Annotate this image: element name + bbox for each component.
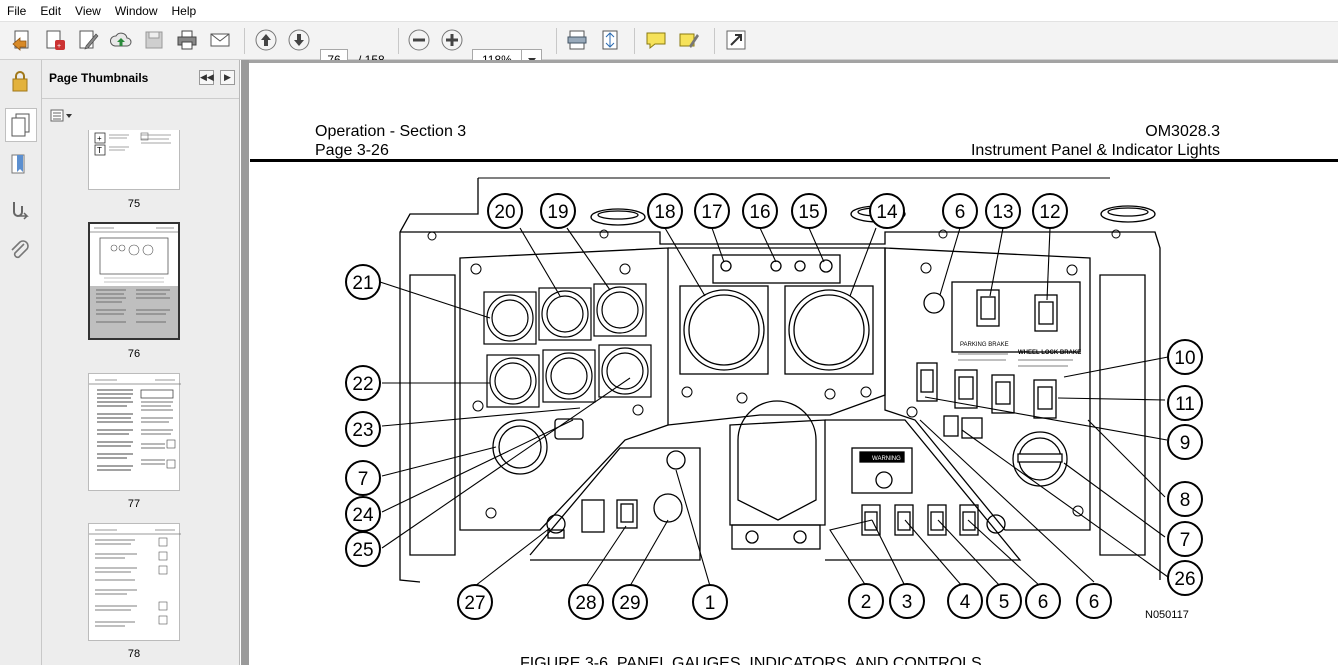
comment-icon[interactable]	[644, 28, 668, 52]
callout-24: 24	[352, 505, 374, 526]
callout-27: 27	[464, 593, 485, 614]
cloud-upload-icon[interactable]	[109, 28, 133, 52]
callout-6-bottom: 6	[1038, 592, 1049, 613]
pane-divider	[42, 98, 239, 99]
toolbar-separator	[714, 28, 715, 54]
toolbar-separator	[244, 28, 245, 54]
attachments-link-icon[interactable]	[7, 196, 33, 222]
svg-text:+: +	[57, 43, 61, 50]
bookmarks-icon[interactable]	[7, 152, 33, 178]
toolbar-separator	[634, 28, 635, 54]
callout-29: 29	[619, 593, 640, 614]
callout-18: 18	[654, 202, 675, 223]
thumbnail-options-button[interactable]	[50, 108, 74, 124]
document-edge	[241, 60, 249, 665]
thumbnails-title: Page Thumbnails	[49, 71, 149, 85]
callout-2: 2	[861, 592, 872, 613]
thumbnail-page-75[interactable]: + T	[88, 130, 180, 190]
callout-7-right: 7	[1180, 530, 1191, 551]
pdf-reader-window: { "menu": ["File","Edit","View","Window"…	[0, 0, 1338, 665]
callout-5: 5	[999, 592, 1010, 613]
figure-caption: FIGURE 3-6. PANEL GAUGES, INDICATORS, AN…	[520, 655, 982, 665]
toolbar-separator	[398, 28, 399, 54]
highlight-icon[interactable]	[677, 28, 701, 52]
navigation-rail	[0, 60, 42, 665]
email-icon[interactable]	[208, 28, 232, 52]
callout-14: 14	[876, 202, 898, 223]
menu-edit[interactable]: Edit	[33, 0, 68, 22]
callout-9: 9	[1180, 433, 1191, 454]
expand-pane-button[interactable]: ▶	[220, 70, 235, 85]
collapse-pane-button[interactable]: ◀◀	[199, 70, 214, 85]
callout-6-top: 6	[955, 202, 966, 223]
callout-15: 15	[798, 202, 819, 223]
instrument-panel-figure: WARNING PARKING BRAKE WHEEL LOCK BRAKE 2…	[330, 170, 1230, 665]
thumbnails-pane: Page Thumbnails ◀◀ ▶ + T 75 76 77 78	[42, 60, 277, 665]
next-page-icon[interactable]	[287, 28, 311, 52]
toolbar-separator	[556, 28, 557, 54]
callout-3: 3	[902, 592, 913, 613]
callout-25: 25	[352, 540, 373, 561]
thumbnail-label: 77	[127, 498, 141, 510]
header-section: Operation - Section 3	[315, 123, 467, 140]
header-rule	[250, 159, 1338, 162]
menu-view[interactable]: View	[68, 0, 108, 22]
callout-22: 22	[352, 374, 373, 395]
callout-21: 21	[352, 273, 373, 294]
zoom-out-icon[interactable]	[407, 28, 431, 52]
previous-page-icon[interactable]	[254, 28, 278, 52]
zoom-in-icon[interactable]	[440, 28, 464, 52]
callout-4: 4	[960, 592, 971, 613]
menu-bar: File Edit View Window Help	[0, 0, 1338, 22]
combine-files-icon[interactable]: +	[43, 28, 67, 52]
callout-16: 16	[749, 202, 770, 223]
thumbnail-label: 76	[127, 348, 141, 360]
menu-file[interactable]: File	[0, 0, 33, 22]
figure-code: N050117	[1145, 609, 1189, 621]
create-pdf-icon[interactable]	[10, 28, 34, 52]
menu-window[interactable]: Window	[108, 0, 165, 22]
paperclip-icon[interactable]	[7, 238, 33, 264]
thumbnail-list: + T 75 76 77 78	[46, 130, 224, 665]
callout-13: 13	[992, 202, 1013, 223]
callout-23: 23	[352, 420, 373, 441]
page-thumbnails-icon[interactable]	[5, 108, 37, 142]
parking-brake-label: PARKING BRAKE	[960, 342, 1009, 348]
callout-17: 17	[701, 202, 722, 223]
edit-pdf-icon[interactable]	[76, 28, 100, 52]
callout-8: 8	[1180, 490, 1191, 511]
fit-width-icon[interactable]	[565, 28, 589, 52]
header-page-number: Page 3-26	[315, 142, 389, 159]
header-doc-code: OM3028.3	[1145, 123, 1220, 140]
fit-page-icon[interactable]	[598, 28, 622, 52]
thumbnail-label: 78	[127, 648, 141, 660]
thumbnail-page-77[interactable]	[88, 373, 181, 491]
thumbnail-page-76[interactable]	[88, 222, 180, 340]
callout-7-left: 7	[358, 469, 369, 490]
callout-26: 26	[1174, 569, 1195, 590]
menu-help[interactable]: Help	[165, 0, 204, 22]
callout-11: 11	[1175, 394, 1195, 415]
toolbar: + / 158 118%	[0, 22, 1338, 71]
thumbnail-page-78[interactable]	[88, 523, 181, 641]
warning-label-small: WARNING	[872, 456, 901, 462]
full-screen-icon[interactable]	[724, 28, 748, 52]
callout-6-right: 6	[1089, 592, 1100, 613]
wheel-lock-brake-label: WHEEL LOCK BRAKE	[1018, 350, 1081, 356]
callout-19: 19	[547, 202, 568, 223]
thumbnail-label: 75	[127, 198, 141, 210]
save-icon[interactable]	[142, 28, 166, 52]
svg-text:T: T	[97, 146, 102, 155]
callout-28: 28	[575, 593, 596, 614]
callout-1: 1	[705, 593, 716, 614]
callout-12: 12	[1039, 202, 1060, 223]
callout-10: 10	[1174, 348, 1195, 369]
header-topic: Instrument Panel & Indicator Lights	[970, 142, 1220, 159]
lock-icon[interactable]	[7, 68, 33, 94]
svg-text:+: +	[97, 134, 102, 143]
callout-20: 20	[494, 202, 515, 223]
print-icon[interactable]	[175, 28, 199, 52]
